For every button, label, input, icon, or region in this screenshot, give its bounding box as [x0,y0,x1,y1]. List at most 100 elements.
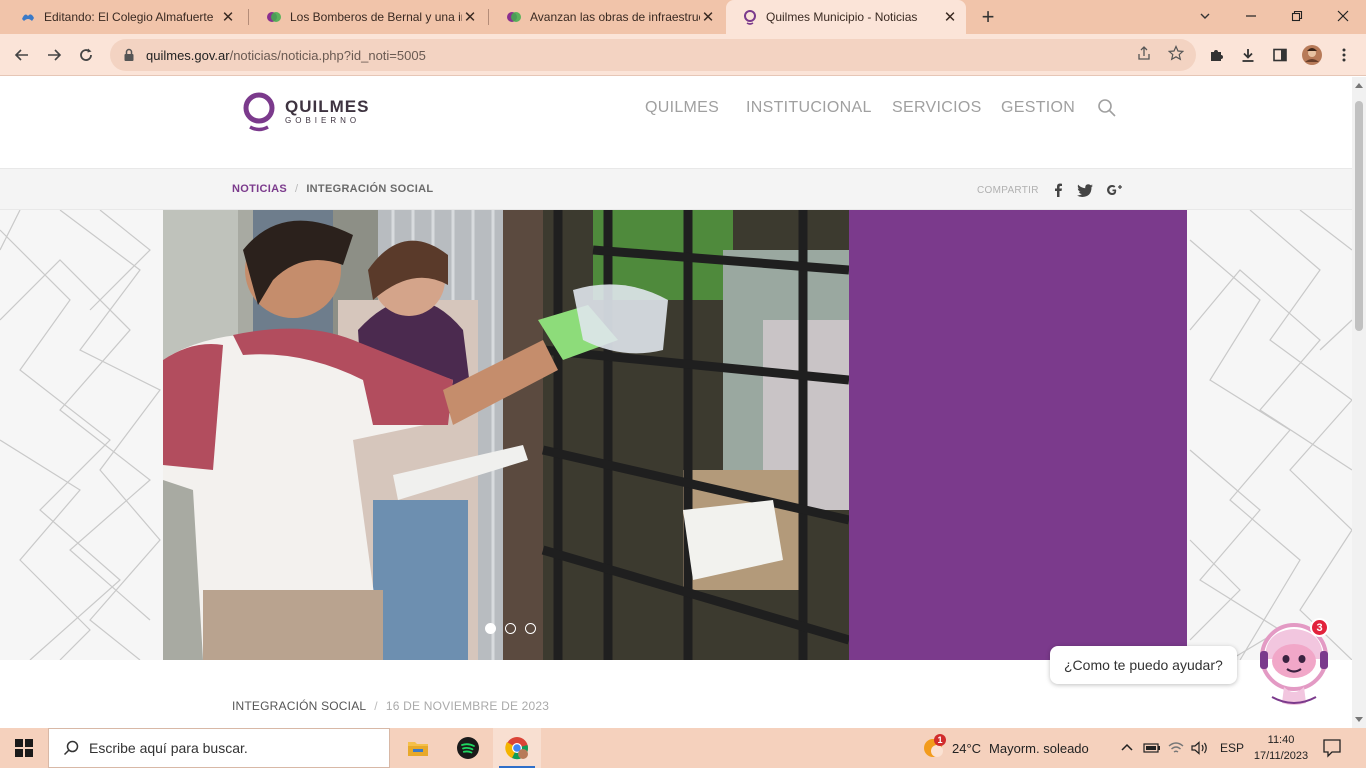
volume-button[interactable] [1191,728,1209,768]
close-icon[interactable]: ✕ [700,8,716,26]
reload-icon [80,48,92,61]
chrome-app[interactable] [493,728,541,768]
forward-button[interactable] [41,42,67,68]
search-icon [63,740,79,756]
twitter-icon[interactable] [1076,183,1093,197]
url-path: /noticias/noticia.php?id_noti=5005 [229,47,426,63]
input-language-indicator[interactable]: ESP [1220,728,1244,768]
taskbar-search-box[interactable]: Escribe aquí para buscar. [48,728,390,768]
quilmes-favicon-icon [267,12,281,22]
close-icon[interactable]: ✕ [220,8,236,26]
minimize-icon [1246,15,1256,17]
close-window-button[interactable] [1320,0,1366,30]
close-icon[interactable]: ✕ [462,8,478,26]
browser-tab-strip: Editando: El Colegio Almafuerte ✕ Los Bo… [0,0,1366,34]
article-date: 16 DE NOVIEMBRE DE 2023 [385,699,550,713]
windows-logo-icon [15,739,33,757]
restore-icon [1291,11,1303,22]
news-slider[interactable] [163,210,1187,660]
share-page-button[interactable] [1134,43,1154,63]
battery-icon [1143,743,1160,753]
photo-illustration [163,210,849,660]
scrollbar-thumb[interactable] [1355,101,1363,331]
article-category[interactable]: INTEGRACIÓN SOCIAL [232,699,366,713]
back-button[interactable] [9,42,35,68]
network-button[interactable] [1168,728,1184,768]
nav-item-gestion[interactable]: GESTION [1001,99,1075,117]
weather-badge: 1 [934,734,946,746]
share-label: COMPARTIR [977,184,1039,196]
site-logo[interactable]: QUILMES GOBIERNO [241,91,369,133]
tab-title: Quilmes Municipio - Noticias [766,10,918,24]
tab-avanzan[interactable]: Avanzan las obras de infraestruc ✕ [490,0,724,34]
logo-subtitle: GOBIERNO [285,116,361,125]
scroll-up-arrow[interactable] [1355,83,1363,88]
avatar [1302,45,1322,65]
spotify-icon [457,737,479,759]
windows-taskbar: Escribe aquí para buscar. 1 24°C Mayorm.… [0,728,1366,768]
language-label: ESP [1220,741,1245,755]
tab-editando[interactable]: Editando: El Colegio Almafuerte ✕ [4,0,244,34]
minimize-button[interactable] [1228,0,1274,30]
chevron-up-icon [1121,743,1133,751]
chat-notification-badge: 3 [1310,618,1329,637]
tab-title: Avanzan las obras de infraestruc [530,10,700,24]
close-icon[interactable]: ✕ [942,8,958,26]
restore-button[interactable] [1274,0,1320,30]
profile-button[interactable] [1301,44,1323,66]
clock-date: 17/11/2023 [1253,750,1309,762]
slider-dot-3[interactable] [525,623,536,634]
meta-separator: / [374,699,378,713]
battery-button[interactable] [1143,728,1161,768]
breadcrumb-separator: / [294,183,299,195]
file-explorer-app[interactable] [394,728,442,768]
chat-prompt-bubble[interactable]: ¿Como te puedo ayudar? [1050,646,1237,684]
star-icon [1168,45,1184,61]
start-button[interactable] [0,728,48,768]
page-scrollbar[interactable] [1352,77,1366,728]
nav-item-servicios[interactable]: SERVICIOS [892,99,982,117]
scroll-down-arrow[interactable] [1355,717,1363,722]
url-host: quilmes.gov.ar [146,47,230,63]
clock-time: 11:40 [1267,734,1295,746]
show-hidden-icons-button[interactable] [1120,728,1134,768]
side-panel-button[interactable] [1269,44,1291,66]
side-panel-icon [1273,48,1287,62]
slider-dot-2[interactable] [505,623,516,634]
tab-quilmes-noticias[interactable]: Quilmes Municipio - Noticias ✕ [726,0,966,34]
nav-item-institucional[interactable]: INSTITUCIONAL [746,99,872,117]
downloads-button[interactable] [1237,44,1259,66]
site-header: QUILMES GOBIERNO QUILMES INSTITUCIONAL S… [0,77,1352,168]
browser-toolbar: quilmes.gov.ar/noticias/noticia.php?id_n… [0,34,1366,76]
download-icon [1242,49,1254,62]
extensions-button[interactable] [1205,44,1227,66]
wordpress-favicon-icon [22,14,34,21]
weather-description: Mayorm. soleado [989,740,1089,756]
bookmark-button[interactable] [1166,43,1186,63]
browser-menu-button[interactable] [1333,44,1355,66]
reload-button[interactable] [73,42,99,68]
weather-widget[interactable]: 1 24°C Mayorm. soleado [922,728,1089,768]
tab-search-button[interactable] [1182,0,1228,30]
breadcrumb-noticias[interactable]: NOTICIAS [232,183,287,195]
system-clock[interactable]: 11:40 17/11/2023 [1250,732,1312,764]
new-tab-button[interactable]: + [976,4,1000,30]
facebook-icon[interactable] [1053,183,1063,197]
breadcrumb-current: INTEGRACIÓN SOCIAL [306,183,434,195]
weather-temperature: 24°C [952,740,982,756]
logo-name: QUILMES [285,97,370,116]
nav-item-quilmes[interactable]: QUILMES [645,99,719,117]
taskbar-search-placeholder: Escribe aquí para buscar. [89,740,248,756]
tab-bomberos[interactable]: Los Bomberos de Bernal y una ir ✕ [250,0,486,34]
site-search-button[interactable] [1097,98,1117,123]
google-plus-icon[interactable] [1106,183,1123,197]
breadcrumb: NOTICIAS / INTEGRACIÓN SOCIAL [232,183,433,195]
news-photo [163,210,849,660]
slider-dot-1[interactable] [485,623,496,634]
address-bar[interactable]: quilmes.gov.ar/noticias/noticia.php?id_n… [110,39,1196,71]
arrow-left-icon [14,49,28,61]
notifications-button[interactable] [1322,738,1342,763]
notification-icon [1323,739,1341,758]
spotify-app[interactable] [444,728,492,768]
chrome-icon [505,737,528,760]
